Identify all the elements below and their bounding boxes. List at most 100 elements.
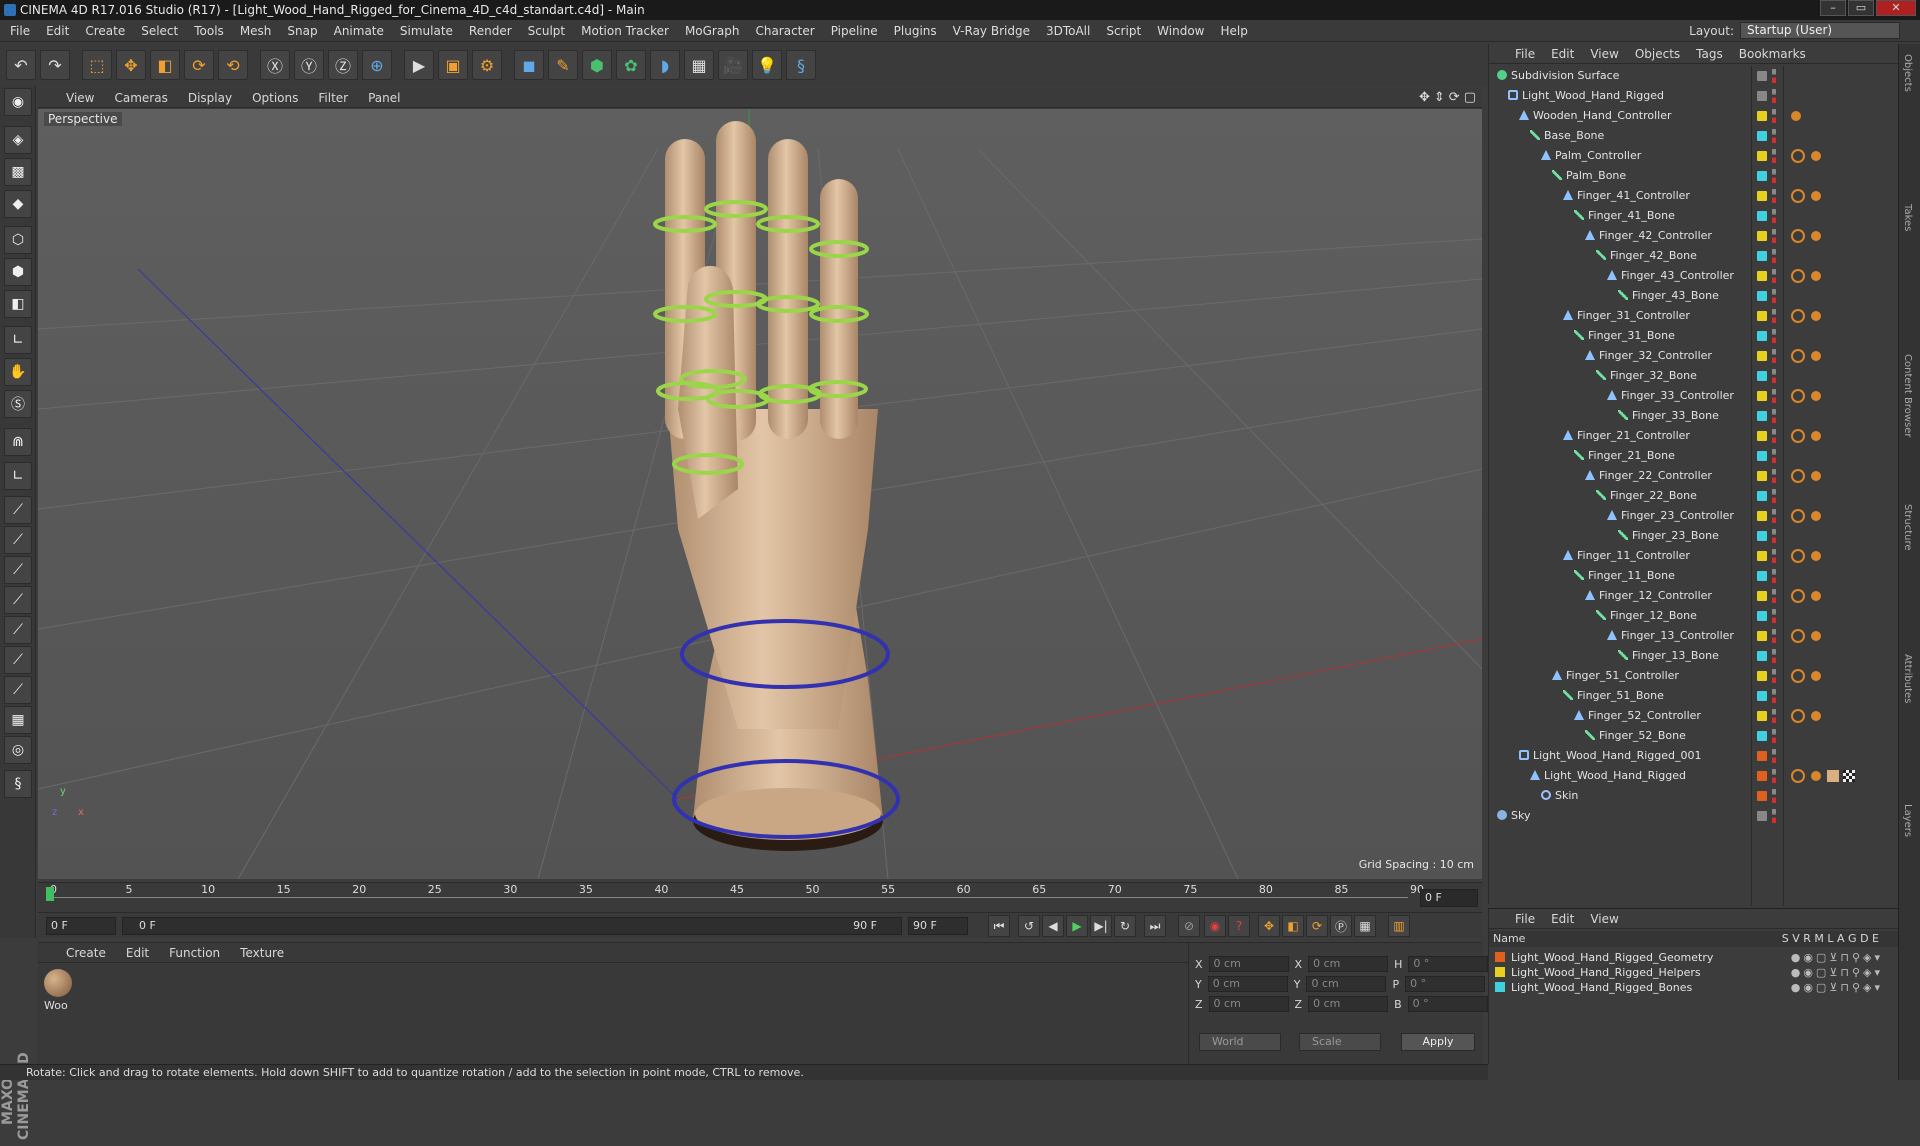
object-row[interactable]: Finger_22_Bone bbox=[1489, 486, 1899, 506]
display-tag-icon[interactable] bbox=[1811, 711, 1821, 721]
menu-tools[interactable]: Tools bbox=[194, 24, 224, 38]
constraint-tag-icon[interactable] bbox=[1791, 389, 1805, 403]
menu-animate[interactable]: Animate bbox=[334, 24, 384, 38]
visibility-dots-icon[interactable] bbox=[1772, 249, 1776, 263]
object-row[interactable]: Subdivision Surface bbox=[1489, 66, 1899, 86]
layer-color-swatch[interactable] bbox=[1757, 591, 1767, 601]
viewport-perspective[interactable]: y z x Perspective Grid Spacing : 10 cm bbox=[38, 109, 1482, 879]
viewport-menu-display[interactable]: Display bbox=[188, 91, 232, 105]
object-row[interactable]: Finger_31_Bone bbox=[1489, 326, 1899, 346]
layer-color-swatch[interactable] bbox=[1757, 471, 1767, 481]
viewport-menu-panel[interactable]: Panel bbox=[368, 91, 400, 105]
layer-color-swatch[interactable] bbox=[1757, 231, 1767, 241]
object-row[interactable]: Finger_41_Bone bbox=[1489, 206, 1899, 226]
go-to-end-icon[interactable]: ⏭ bbox=[1144, 915, 1166, 937]
layer-color-swatch[interactable] bbox=[1757, 631, 1767, 641]
visibility-dots-icon[interactable] bbox=[1772, 629, 1776, 643]
menu-script[interactable]: Script bbox=[1106, 24, 1141, 38]
menu-select[interactable]: Select bbox=[141, 24, 178, 38]
display-tag-icon[interactable] bbox=[1791, 111, 1801, 121]
x-axis-icon[interactable]: Ⓧ bbox=[260, 50, 290, 80]
layer-flags-icons[interactable]: ●◉▢⊻⊓⚲◈▾ bbox=[1791, 981, 1883, 995]
object-row[interactable]: Finger_43_Bone bbox=[1489, 286, 1899, 306]
menu-snap[interactable]: Snap bbox=[287, 24, 317, 38]
visibility-dots-icon[interactable] bbox=[1772, 289, 1776, 303]
display-tag-icon[interactable] bbox=[1811, 351, 1821, 361]
layer-color-swatch[interactable] bbox=[1757, 491, 1767, 501]
objects-menu-view[interactable]: View bbox=[1590, 47, 1618, 61]
object-row[interactable]: Finger_42_Controller bbox=[1489, 226, 1899, 246]
snap-icon[interactable]: ⋒ bbox=[4, 428, 32, 456]
material-name[interactable]: Woo bbox=[44, 999, 68, 1012]
object-row[interactable]: Finger_43_Controller bbox=[1489, 266, 1899, 286]
coord-position-field[interactable]: 0 cm bbox=[1207, 976, 1288, 992]
edges-mode-icon[interactable]: ⬢ bbox=[4, 258, 32, 286]
layer-color-swatch[interactable] bbox=[1757, 291, 1767, 301]
menu-sculpt[interactable]: Sculpt bbox=[528, 24, 565, 38]
object-row[interactable]: Base_Bone bbox=[1489, 126, 1899, 146]
coord-size-field[interactable]: 0 cm bbox=[1308, 956, 1389, 972]
end-frame-field[interactable]: 90 F bbox=[908, 917, 968, 935]
layer-color-swatch[interactable] bbox=[1757, 711, 1767, 721]
display-tag-icon[interactable] bbox=[1811, 391, 1821, 401]
layer-flags-icons[interactable]: ●◉▢⊻⊓⚲◈▾ bbox=[1791, 951, 1883, 965]
visibility-dots-icon[interactable] bbox=[1772, 269, 1776, 283]
object-row[interactable]: Finger_13_Controller bbox=[1489, 626, 1899, 646]
layer-color-swatch[interactable] bbox=[1757, 271, 1767, 281]
layer-color-swatch[interactable] bbox=[1757, 431, 1767, 441]
pen-spline-icon[interactable]: ✎ bbox=[548, 50, 578, 80]
object-row[interactable]: Finger_33_Bone bbox=[1489, 406, 1899, 426]
layer-color-swatch[interactable] bbox=[1757, 91, 1767, 101]
menu-3dtoall[interactable]: 3DToAll bbox=[1046, 24, 1090, 38]
material-menu-edit[interactable]: Edit bbox=[126, 946, 149, 960]
maximize-button[interactable]: ▭ bbox=[1848, 0, 1874, 16]
visibility-dots-icon[interactable] bbox=[1772, 129, 1776, 143]
key-pla-icon[interactable]: ▦ bbox=[1354, 915, 1376, 937]
side-tab-attributes[interactable]: Attributes bbox=[1902, 654, 1913, 703]
keyframe-selection-icon[interactable]: ? bbox=[1228, 915, 1250, 937]
object-row[interactable]: Skin bbox=[1489, 786, 1899, 806]
texture-mode-icon[interactable]: ▩ bbox=[4, 158, 32, 186]
coord-rotation-field[interactable]: 0 ° bbox=[1405, 976, 1486, 992]
object-row[interactable]: Finger_51_Controller bbox=[1489, 666, 1899, 686]
coord-scale-dropdown[interactable]: Scale bbox=[1299, 1033, 1381, 1051]
side-tab-takes[interactable]: Takes bbox=[1902, 204, 1913, 231]
close-button[interactable]: ✕ bbox=[1876, 0, 1916, 16]
visibility-dots-icon[interactable] bbox=[1772, 489, 1776, 503]
menu-pipeline[interactable]: Pipeline bbox=[831, 24, 878, 38]
render-settings-icon[interactable]: ⚙ bbox=[472, 50, 502, 80]
layer-color-swatch[interactable] bbox=[1757, 651, 1767, 661]
objects-menu-bookmarks[interactable]: Bookmarks bbox=[1739, 47, 1806, 61]
object-row[interactable]: Palm_Bone bbox=[1489, 166, 1899, 186]
weight-tool-icon[interactable]: ⟋ bbox=[4, 556, 32, 584]
python-icon[interactable]: § bbox=[786, 50, 816, 80]
layer-color-swatch[interactable] bbox=[1757, 731, 1767, 741]
object-row[interactable]: Finger_21_Controller bbox=[1489, 426, 1899, 446]
layer-color-swatch[interactable] bbox=[1757, 391, 1767, 401]
object-row[interactable]: Finger_52_Controller bbox=[1489, 706, 1899, 726]
constraint-tag-icon[interactable] bbox=[1791, 309, 1805, 323]
object-row[interactable]: Light_Wood_Hand_Rigged bbox=[1489, 766, 1899, 786]
menu-file[interactable]: File bbox=[10, 24, 30, 38]
points-mode-icon[interactable]: ⬡ bbox=[4, 226, 32, 254]
menu-plugins[interactable]: Plugins bbox=[894, 24, 937, 38]
recent-tools-icon[interactable]: ⟲ bbox=[218, 50, 248, 80]
timeline-window-icon[interactable]: ▥ bbox=[1388, 915, 1410, 937]
layer-color-swatch[interactable] bbox=[1757, 751, 1767, 761]
visibility-dots-icon[interactable] bbox=[1772, 109, 1776, 123]
object-row[interactable]: Finger_32_Bone bbox=[1489, 366, 1899, 386]
visibility-dots-icon[interactable] bbox=[1772, 409, 1776, 423]
model-mode-icon[interactable]: ◈ bbox=[4, 126, 32, 154]
object-row[interactable]: Palm_Controller bbox=[1489, 146, 1899, 166]
visibility-dots-icon[interactable] bbox=[1772, 509, 1776, 523]
objects-menu-tags[interactable]: Tags bbox=[1696, 47, 1723, 61]
layer-row[interactable]: Light_Wood_Hand_Rigged_Geometry ●◉▢⊻⊓⚲◈▾ bbox=[1495, 951, 1893, 965]
scale-icon[interactable]: ◧ bbox=[150, 50, 180, 80]
coord-position-field[interactable]: 0 cm bbox=[1208, 956, 1289, 972]
deformer-icon[interactable]: ◗ bbox=[650, 50, 680, 80]
y-axis-icon[interactable]: Ⓨ bbox=[294, 50, 324, 80]
start-frame-field[interactable]: 0 F bbox=[46, 917, 116, 935]
joint-tool-icon[interactable]: ⟋ bbox=[4, 496, 32, 524]
play-icon[interactable]: ▶ bbox=[1066, 915, 1088, 937]
visibility-dots-icon[interactable] bbox=[1772, 669, 1776, 683]
